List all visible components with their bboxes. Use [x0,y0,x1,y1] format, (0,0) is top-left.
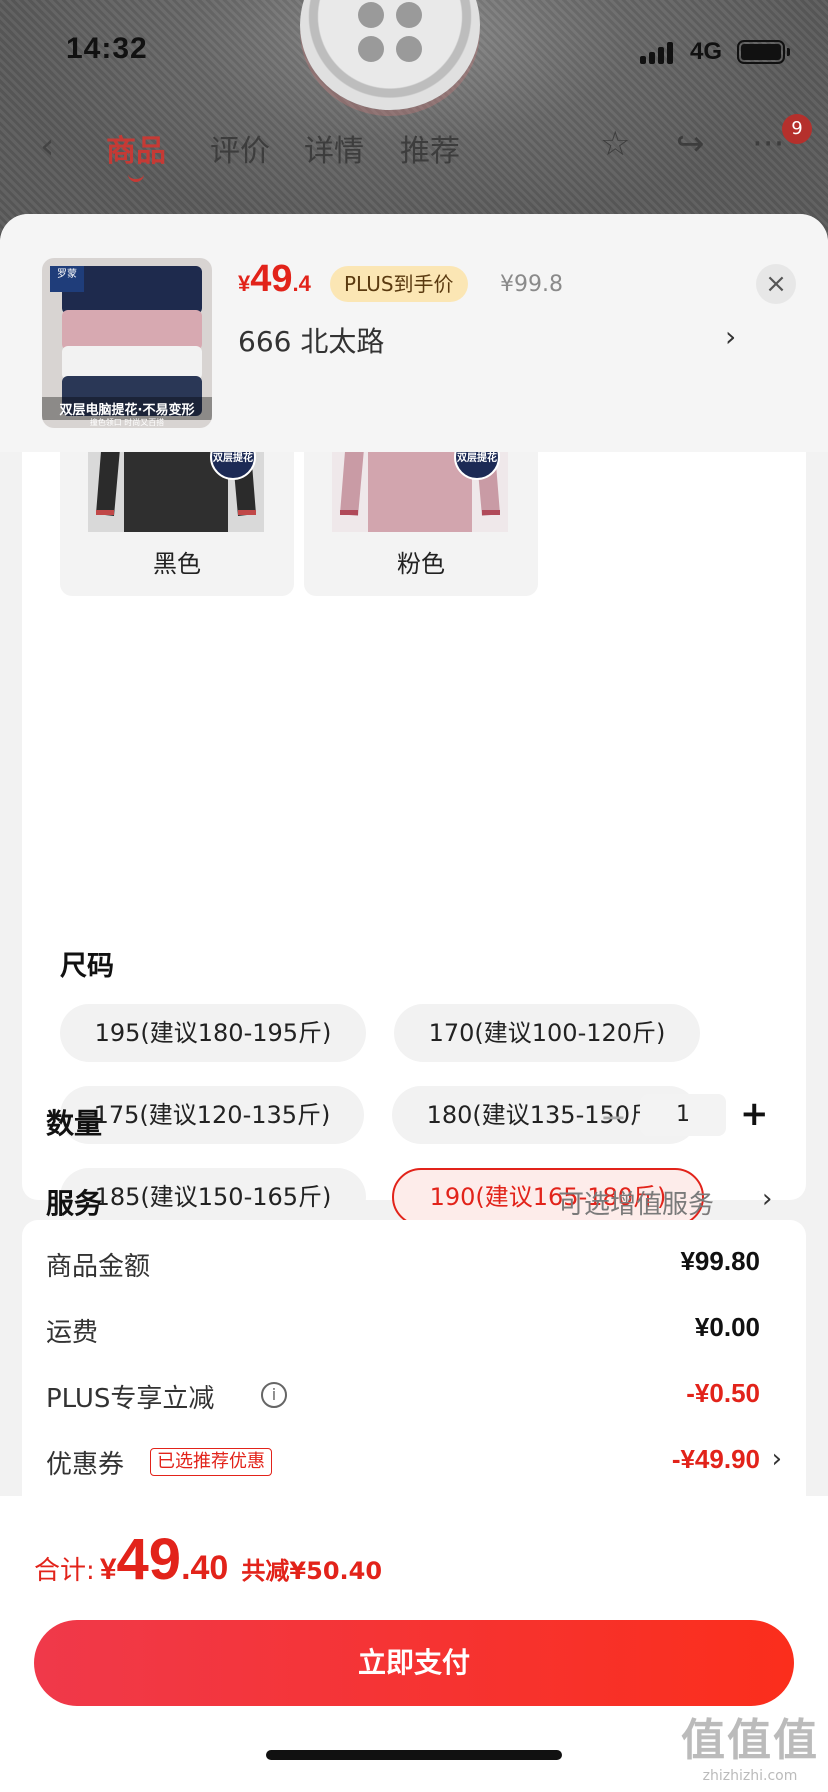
brand-logo: 罗蒙 [50,266,84,292]
message-badge: 9 [782,114,812,144]
size-option-170[interactable]: 170(建议100-120斤) [394,1004,700,1062]
size-option-195[interactable]: 195(建议180-195斤) [60,1004,366,1062]
plus-price-tag: PLUS到手价 [330,266,468,302]
size-option-185[interactable]: 185(建议150-165斤) [60,1168,366,1226]
home-indicator[interactable] [266,1750,562,1760]
spec-card: 双层提花 黑色 双层提花 粉色 尺码 195(建议180-195斤) 170(建… [22,364,806,1226]
product-thumbnail: 罗蒙 双层电脑提花·不易变形 撞色领口 时尚又百搭 [42,258,212,428]
status-bar: 14:32 4G [0,0,828,100]
chevron-right-icon[interactable]: › [725,320,736,353]
color-label: 粉色 [397,550,445,578]
fee-row-coupon[interactable]: 优惠券 已选推荐优惠 -¥49.90 › [46,1444,782,1484]
favorite-star-icon[interactable]: ☆ [600,124,630,164]
back-icon[interactable]: ‹ [40,126,54,167]
quantity-input[interactable]: 1 [640,1094,726,1136]
tab-reviews[interactable]: 评价 [210,126,270,170]
service-value[interactable]: 可选增值服务 [558,1184,714,1221]
fee-row-plus-discount: PLUS专享立减 i -¥0.50 [46,1378,760,1414]
share-icon[interactable]: ↪ [676,124,705,164]
quantity-label: 数量 [46,1107,103,1140]
color-label: 黑色 [153,550,201,578]
background-product-page: 14:32 4G ‹ 商品 评价 详情 推荐 ☆ ↪ ··· 9 [0,0,828,240]
product-top-nav: ‹ 商品 评价 详情 推荐 ☆ ↪ ··· 9 [0,114,828,182]
total-saved: 共减¥50.40 [241,1557,383,1585]
battery-icon [737,40,790,64]
close-button[interactable]: × [756,264,796,304]
watermark: 值值值 zhizhizhi.com [681,1715,819,1784]
chevron-right-icon[interactable]: › [772,1444,782,1474]
chevron-right-icon[interactable]: › [762,1184,772,1214]
size-section-title: 尺码 [60,951,114,982]
more-icon[interactable]: ··· [752,124,784,164]
fee-summary-card: 商品金额 ¥99.80 运费 ¥0.00 PLUS专享立减 i -¥0.50 优… [22,1220,806,1520]
pay-now-button[interactable]: 立即支付 [34,1620,794,1706]
sheet-header: 罗蒙 双层电脑提花·不易变形 撞色领口 时尚又百搭 ¥49.4 PLUS到手价 … [0,214,828,452]
selected-spec[interactable]: 666 北太路 [238,320,384,360]
checkout-footer: 合计: ¥49.40 共减¥50.40 立即支付 值值值 zhizhizhi.c… [0,1496,828,1792]
total-price: 合计: ¥49.40 共减¥50.40 [34,1527,383,1592]
quantity-minus-button[interactable]: − [600,1098,627,1136]
quantity-plus-button[interactable]: + [740,1094,769,1134]
coupon-tag: 已选推荐优惠 [150,1448,272,1476]
purchase-sheet: 罗蒙 双层电脑提花·不易变形 撞色领口 时尚又百搭 ¥49.4 PLUS到手价 … [0,214,828,1792]
tab-product[interactable]: 商品 [106,126,166,182]
original-price: ¥99.8 [500,272,563,297]
service-label: 服务 [46,1187,103,1220]
fee-row-shipping: 运费 ¥0.00 [46,1312,760,1348]
thumbnail-subcaption: 撞色领口 时尚又百搭 [89,418,165,427]
current-price: ¥49.4 [238,258,311,300]
signal-icon [640,40,680,64]
tab-details[interactable]: 详情 [304,126,364,170]
info-icon[interactable]: i [261,1382,287,1408]
fee-row-goods: 商品金额 ¥99.80 [46,1246,760,1282]
network-type: 4G [690,38,723,65]
size-option-175[interactable]: 175(建议120-135斤) [60,1086,364,1144]
status-time: 14:32 [66,32,148,65]
tab-recommend[interactable]: 推荐 [400,126,460,170]
